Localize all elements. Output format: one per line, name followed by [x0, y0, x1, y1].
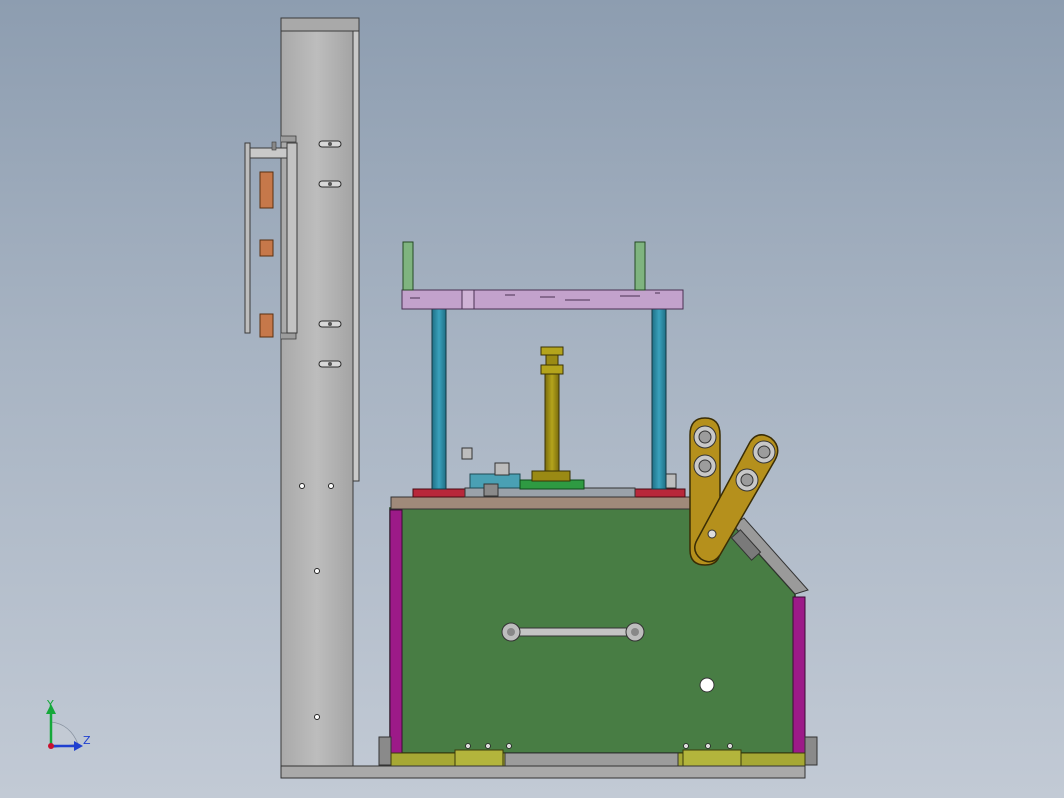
model-drawing [46, 17, 818, 779]
body-hole [699, 677, 715, 693]
y-axis-label: Y [47, 698, 54, 711]
vertical-column [280, 17, 360, 769]
coordinate-triad [46, 704, 83, 751]
cad-viewport[interactable]: Y Z [0, 0, 1064, 798]
lead-screw [540, 346, 564, 472]
bracket-pads [259, 171, 274, 338]
origin-dot [48, 743, 54, 749]
side-bracket [244, 141, 298, 338]
top-beam [401, 241, 684, 310]
base-body [389, 507, 809, 754]
z-axis-label: Z [83, 734, 91, 747]
